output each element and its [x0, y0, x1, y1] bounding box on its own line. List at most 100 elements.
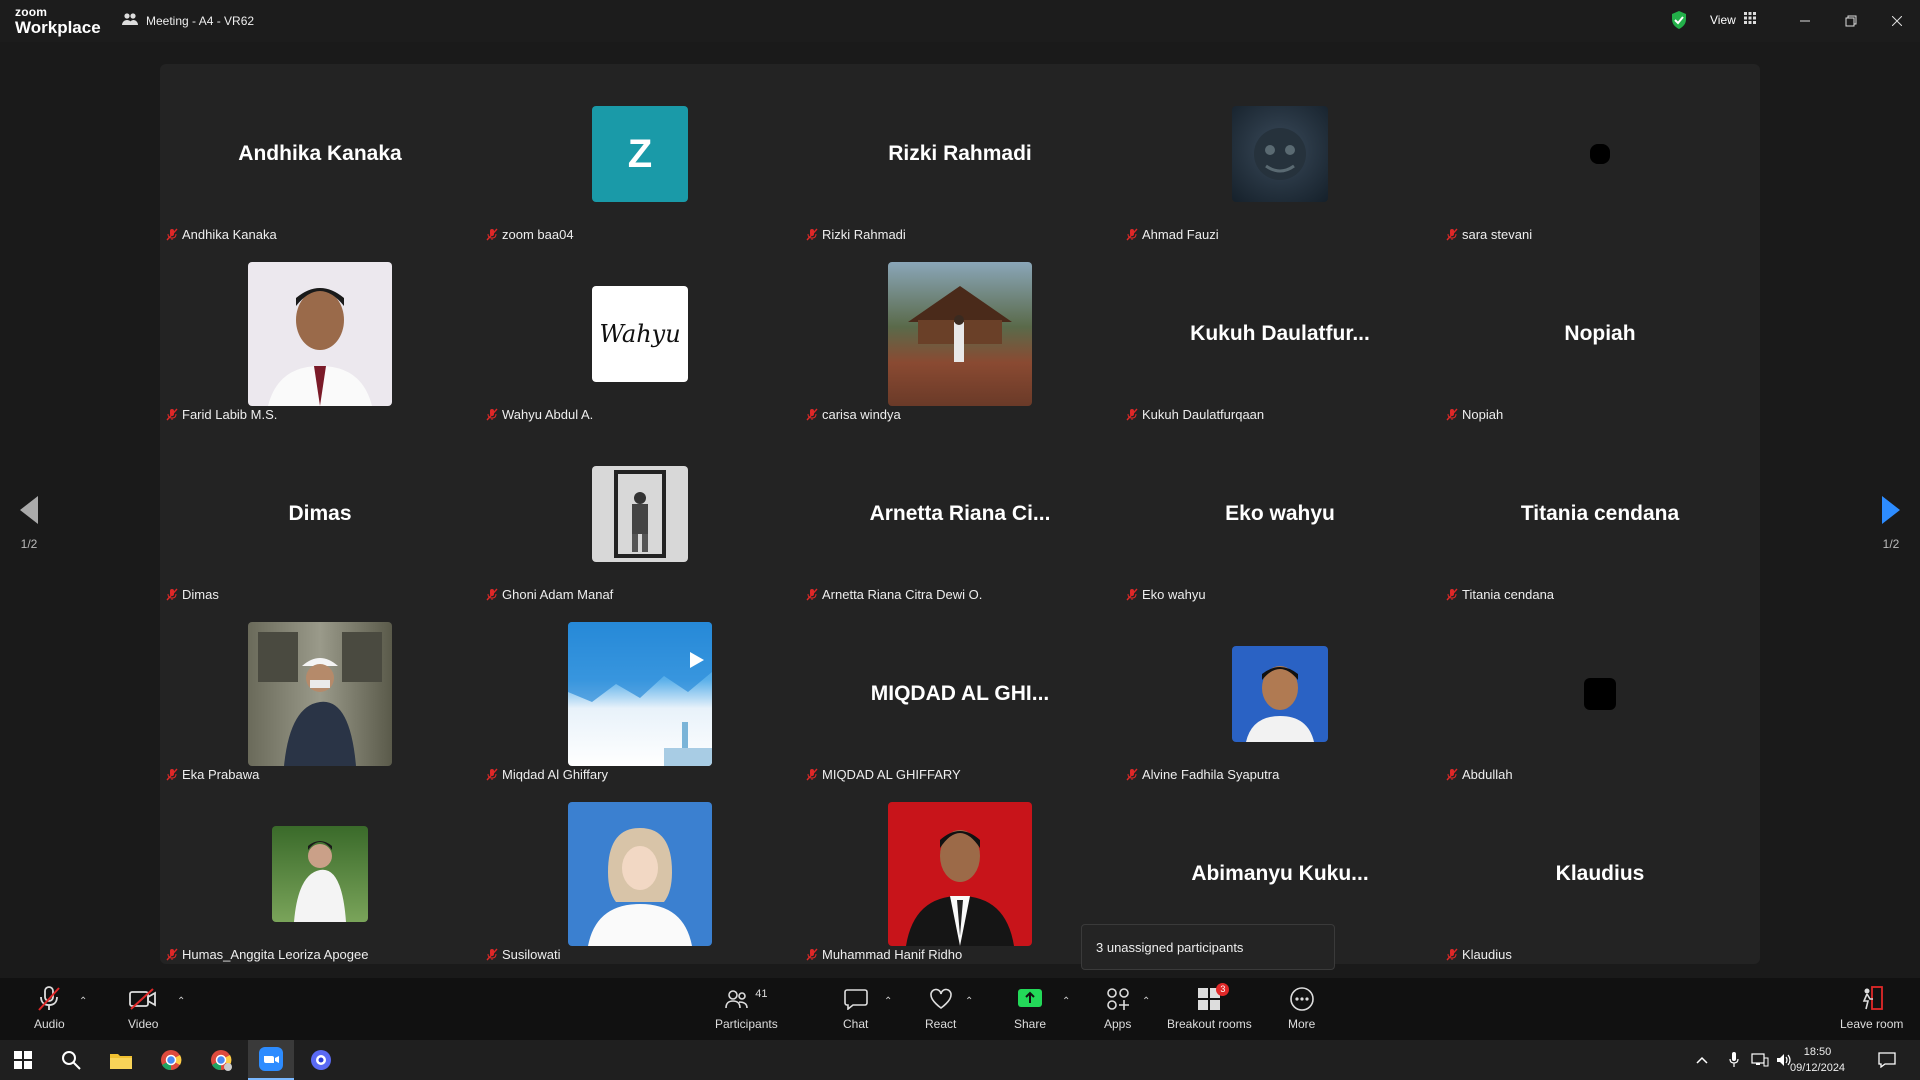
network-tray-icon[interactable]: [1748, 1040, 1772, 1080]
muted-mic-icon: [166, 228, 178, 241]
restore-icon[interactable]: [1828, 0, 1874, 42]
participant-tile[interactable]: sara stevani: [1440, 64, 1760, 244]
chat-button[interactable]: Chat: [843, 986, 868, 1031]
participant-tile[interactable]: Rizki Rahmadi Rizki Rahmadi: [800, 64, 1120, 244]
participant-tile[interactable]: Muhammad Hanif Ridho: [800, 784, 1120, 964]
participant-tile[interactable]: Ahmad Fauzi: [1120, 64, 1440, 244]
participant-label: Arnetta Riana Citra Dewi O.: [806, 587, 982, 602]
participant-tile[interactable]: Nopiah Nopiah: [1440, 244, 1760, 424]
meeting-info[interactable]: Meeting - A4 - VR62: [122, 12, 254, 29]
react-options-caret-icon[interactable]: ⌃: [965, 996, 973, 1007]
participant-tile[interactable]: MIQDAD AL GHI... MIQDAD AL GHIFFARY: [800, 604, 1120, 784]
minimize-icon[interactable]: [1782, 0, 1828, 42]
avatar: Wahyu: [592, 286, 688, 382]
taskbar-clock[interactable]: 18:50 09/12/2024: [1790, 1044, 1845, 1076]
participant-tile[interactable]: Titania cendana Titania cendana: [1440, 424, 1760, 604]
participant-tile[interactable]: Susilowati: [480, 784, 800, 964]
participant-tile[interactable]: Humas_Anggita Leoriza Apogee: [160, 784, 480, 964]
participant-tile[interactable]: Miqdad Al Ghiffary: [480, 604, 800, 784]
audio-options-caret-icon[interactable]: ⌃: [79, 996, 87, 1007]
video-options-caret-icon[interactable]: ⌃: [177, 996, 185, 1007]
app-circle-icon[interactable]: [298, 1040, 344, 1080]
participants-button[interactable]: 41 Participants: [715, 986, 778, 1031]
leave-room-button[interactable]: Leave room: [1840, 985, 1904, 1031]
share-button[interactable]: Share: [1014, 986, 1046, 1031]
muted-mic-icon: [486, 228, 498, 241]
notifications-icon[interactable]: [1864, 1040, 1910, 1080]
participant-label: Nopiah: [1446, 407, 1503, 422]
participant-tile[interactable]: Arnetta Riana Ci... Arnetta Riana Citra …: [800, 424, 1120, 604]
participant-tile[interactable]: Eka Prabawa: [160, 604, 480, 784]
chrome-profile-icon[interactable]: [198, 1040, 244, 1080]
muted-mic-icon: [1126, 408, 1138, 421]
muted-mic-icon: [806, 768, 818, 781]
participant-name: Dimas: [182, 587, 219, 602]
avatar: [888, 802, 1032, 946]
participants-count: 41: [755, 988, 768, 1000]
file-explorer-icon[interactable]: [98, 1040, 144, 1080]
logo-brand-bottom: Workplace: [15, 18, 101, 37]
participant-tile[interactable]: Dimas Dimas: [160, 424, 480, 604]
participant-tile[interactable]: Z zoom baa04: [480, 64, 800, 244]
participant-tile[interactable]: Eko wahyu Eko wahyu: [1120, 424, 1440, 604]
participant-display-name: Titania cendana: [1520, 502, 1680, 525]
windows-taskbar: 18:50 09/12/2024: [0, 1040, 1920, 1080]
muted-mic-icon: [486, 768, 498, 781]
audio-button[interactable]: Audio: [34, 985, 65, 1031]
window-controls: [1782, 0, 1920, 42]
leave-label: Leave room: [1840, 1017, 1904, 1031]
avatar: [248, 262, 392, 406]
apps-options-caret-icon[interactable]: ⌃: [1142, 996, 1150, 1007]
muted-mic-icon: [166, 588, 178, 601]
apps-button[interactable]: Apps: [1104, 986, 1131, 1031]
participant-label: Ghoni Adam Manaf: [486, 587, 613, 602]
participant-tile[interactable]: Alvine Fadhila Syaputra: [1120, 604, 1440, 784]
close-icon[interactable]: [1874, 0, 1920, 42]
zoom-taskbar-icon[interactable]: [248, 1040, 294, 1080]
windows-start-icon[interactable]: [0, 1040, 46, 1080]
view-button[interactable]: View: [1710, 12, 1756, 27]
muted-mic-icon: [1446, 768, 1458, 781]
participant-display-name: Arnetta Riana Ci...: [869, 502, 1051, 525]
participant-label: Kukuh Daulatfurqaan: [1126, 407, 1264, 422]
tray-expand-icon[interactable]: [1690, 1040, 1714, 1080]
video-gallery: Andhika Kanaka Andhika Kanaka Z zoom baa…: [160, 64, 1760, 964]
more-button[interactable]: More: [1288, 986, 1315, 1031]
video-button[interactable]: Video: [128, 986, 158, 1031]
participant-name: zoom baa04: [502, 227, 574, 242]
security-shield-icon[interactable]: [1670, 10, 1688, 35]
search-icon[interactable]: [48, 1040, 94, 1080]
previous-page-button[interactable]: 1/2: [14, 496, 44, 551]
more-label: More: [1288, 1017, 1316, 1031]
participant-label: MIQDAD AL GHIFFARY: [806, 767, 961, 782]
participant-tile[interactable]: carisa windya: [800, 244, 1120, 424]
next-page-button[interactable]: 1/2: [1876, 496, 1906, 551]
page-indicator-right: 1/2: [1882, 537, 1900, 551]
title-bar: zoom Workplace Meeting - A4 - VR62 View: [0, 0, 1920, 42]
participant-label: Muhammad Hanif Ridho: [806, 947, 962, 962]
participant-tile[interactable]: Abdullah: [1440, 604, 1760, 784]
participant-tile[interactable]: Kukuh Daulatfur... Kukuh Daulatfurqaan: [1120, 244, 1440, 424]
breakout-rooms-icon: 3: [1197, 982, 1230, 1014]
muted-mic-icon: [166, 408, 178, 421]
muted-mic-icon: [806, 408, 818, 421]
clock-date: 09/12/2024: [1790, 1062, 1846, 1074]
participant-tile[interactable]: Wahyu Wahyu Abdul A.: [480, 244, 800, 424]
participant-tile[interactable]: Farid Labib M.S.: [160, 244, 480, 424]
participant-label: Andhika Kanaka: [166, 227, 277, 242]
participant-tile[interactable]: Andhika Kanaka Andhika Kanaka: [160, 64, 480, 244]
logo-brand-top: zoom: [15, 5, 48, 19]
chat-icon: [843, 988, 868, 1013]
chrome-icon[interactable]: [148, 1040, 194, 1080]
microphone-tray-icon[interactable]: [1722, 1040, 1746, 1080]
avatar: [1232, 106, 1328, 202]
participant-tile[interactable]: Ghoni Adam Manaf: [480, 424, 800, 604]
react-button[interactable]: React: [925, 986, 956, 1031]
participant-tile[interactable]: Klaudius Klaudius: [1440, 784, 1760, 964]
participant-name: Ghoni Adam Manaf: [502, 587, 614, 602]
avatar: [272, 826, 368, 922]
breakout-rooms-button[interactable]: 3 Breakout rooms: [1167, 982, 1252, 1031]
share-options-caret-icon[interactable]: ⌃: [1062, 996, 1070, 1007]
participant-label: sara stevani: [1446, 227, 1532, 242]
chat-options-caret-icon[interactable]: ⌃: [884, 996, 892, 1007]
